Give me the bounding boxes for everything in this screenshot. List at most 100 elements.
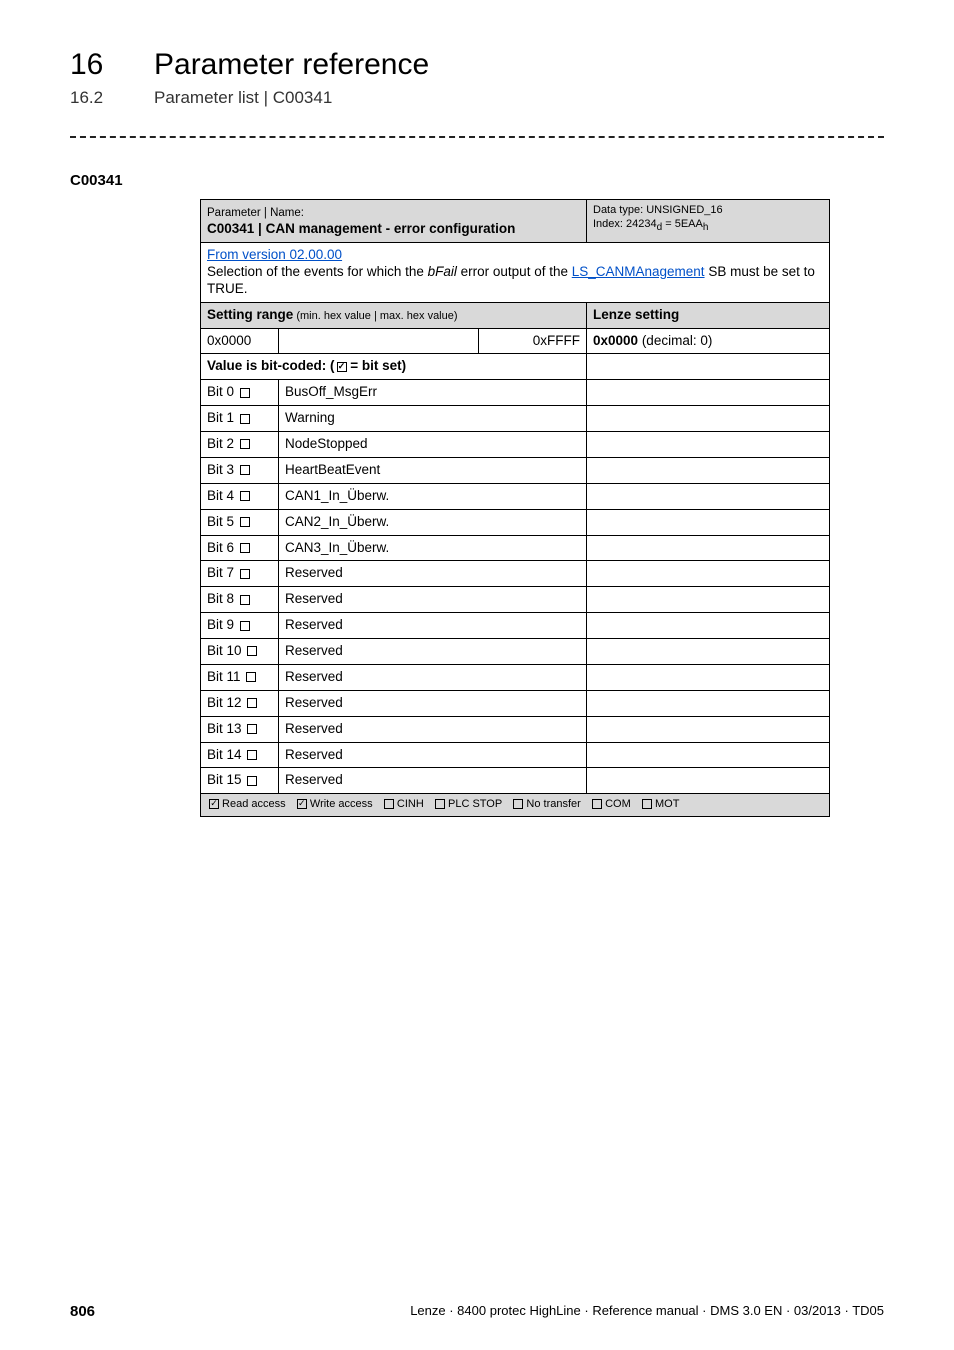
bit-index: Bit 4	[207, 488, 234, 503]
bit-name: HeartBeatEvent	[279, 457, 587, 483]
bit-right	[587, 457, 830, 483]
bit-check-icon	[240, 569, 250, 579]
param-dtype-line1: Data type: UNSIGNED_16	[593, 204, 723, 216]
param-version-link[interactable]: From version 02.00.00	[207, 247, 342, 262]
notransfer-label: No transfer	[523, 798, 580, 810]
bit-index-cell: Bit 5	[201, 509, 279, 535]
bit-index: Bit 2	[207, 436, 234, 451]
bit-row: Bit 12 Reserved	[201, 690, 830, 716]
bit-right	[587, 639, 830, 665]
setting-range-suffix: (min. hex value | max. hex value)	[293, 310, 457, 322]
bit-row: Bit 9 Reserved	[201, 613, 830, 639]
bit-row: Bit 0 BusOff_MsgErr	[201, 380, 830, 406]
bitset-post: = bit set)	[347, 358, 407, 373]
bit-row: Bit 7 Reserved	[201, 561, 830, 587]
bit-name: NodeStopped	[279, 432, 587, 458]
bit-check-icon	[247, 698, 257, 708]
bit-right	[587, 509, 830, 535]
bit-index: Bit 7	[207, 565, 234, 580]
bit-name: Reserved	[279, 742, 587, 768]
read-access-check-icon	[209, 799, 219, 809]
bit-check-icon	[240, 595, 250, 605]
param-desc-link[interactable]: LS_CANMAnagement	[572, 264, 705, 279]
bit-name: Warning	[279, 406, 587, 432]
setting-range-cell: Setting range (min. hex value | max. hex…	[201, 302, 587, 328]
bit-row: Bit 8 Reserved	[201, 587, 830, 613]
lenze-setting-label: Lenze setting	[593, 307, 679, 322]
default-decimal: (decimal: 0)	[638, 333, 712, 348]
plcstop-check-icon	[435, 799, 445, 809]
bit-row: Bit 10 Reserved	[201, 639, 830, 665]
bit-check-icon	[247, 750, 257, 760]
footer-doc-info: Lenze · 8400 protec HighLine · Reference…	[410, 1303, 884, 1320]
notransfer-check-icon	[513, 799, 523, 809]
bitset-header-cell: Value is bit-coded: ( = bit set)	[201, 354, 587, 380]
access-flags-row: Read access Write access CINH PLC STOP N…	[201, 794, 830, 817]
bit-index-cell: Bit 10	[201, 639, 279, 665]
bit-index: Bit 6	[207, 540, 234, 555]
bit-right	[587, 690, 830, 716]
bit-right	[587, 483, 830, 509]
bit-row: Bit 2 NodeStopped	[201, 432, 830, 458]
page: 16 Parameter reference 16.2 Parameter li…	[0, 0, 954, 1350]
bit-index: Bit 8	[207, 591, 234, 606]
param-anchor: C00341	[70, 172, 884, 189]
bit-right	[587, 664, 830, 690]
bit-check-icon	[247, 724, 257, 734]
bit-index: Bit 5	[207, 514, 234, 529]
param-desc-mid: error output of the	[457, 264, 572, 279]
bit-name: Reserved	[279, 690, 587, 716]
param-name-label: Parameter | Name:	[207, 207, 304, 219]
param-desc-pre: Selection of the events for which the	[207, 264, 428, 279]
com-label: COM	[602, 798, 631, 810]
bit-check-icon	[240, 465, 250, 475]
bit-index: Bit 1	[207, 410, 234, 425]
bit-index: Bit 0	[207, 384, 234, 399]
bit-check-icon	[247, 776, 257, 786]
bitset-header-row: Value is bit-coded: ( = bit set)	[201, 354, 830, 380]
bit-index-cell: Bit 4	[201, 483, 279, 509]
bit-name: Reserved	[279, 639, 587, 665]
bit-index: Bit 3	[207, 462, 234, 477]
bit-right	[587, 768, 830, 794]
bit-right	[587, 742, 830, 768]
page-footer: 806 Lenze · 8400 protec HighLine · Refer…	[70, 1303, 884, 1320]
param-title-row: Parameter | Name: C00341 | CAN managemen…	[201, 200, 830, 243]
mot-label: MOT	[652, 798, 680, 810]
bit-right	[587, 406, 830, 432]
bit-index: Bit 9	[207, 617, 234, 632]
lenze-setting-cell: Lenze setting	[587, 302, 830, 328]
param-code-name: C00341 | CAN management - error configur…	[207, 221, 515, 236]
param-desc-bfail: bFail	[428, 264, 457, 279]
bit-right	[587, 561, 830, 587]
bit-index-cell: Bit 8	[201, 587, 279, 613]
bit-row: Bit 1 Warning	[201, 406, 830, 432]
bit-check-icon	[240, 517, 250, 527]
chapter-header-row: 16 Parameter reference	[70, 48, 884, 81]
com-check-icon	[592, 799, 602, 809]
bit-name: Reserved	[279, 587, 587, 613]
bit-index-cell: Bit 7	[201, 561, 279, 587]
write-access-check-icon	[297, 799, 307, 809]
bit-index-cell: Bit 14	[201, 742, 279, 768]
access-flags-cell: Read access Write access CINH PLC STOP N…	[201, 794, 830, 817]
bit-index-cell: Bit 6	[201, 535, 279, 561]
bit-check-icon	[240, 543, 250, 553]
bit-check-icon	[240, 439, 250, 449]
bit-name: CAN1_In_Überw.	[279, 483, 587, 509]
bit-index-cell: Bit 9	[201, 613, 279, 639]
bitset-header-right	[587, 354, 830, 380]
bit-right	[587, 716, 830, 742]
read-access-label: Read access	[219, 798, 286, 810]
cinh-label: CINH	[394, 798, 424, 810]
bit-check-icon	[240, 491, 250, 501]
bit-name: CAN2_In_Überw.	[279, 509, 587, 535]
bit-index: Bit 13	[207, 721, 242, 736]
bit-name: Reserved	[279, 561, 587, 587]
bit-right	[587, 432, 830, 458]
bit-index: Bit 10	[207, 643, 242, 658]
bit-name: Reserved	[279, 613, 587, 639]
bit-index: Bit 15	[207, 772, 242, 787]
bit-row: Bit 14 Reserved	[201, 742, 830, 768]
bit-right	[587, 380, 830, 406]
